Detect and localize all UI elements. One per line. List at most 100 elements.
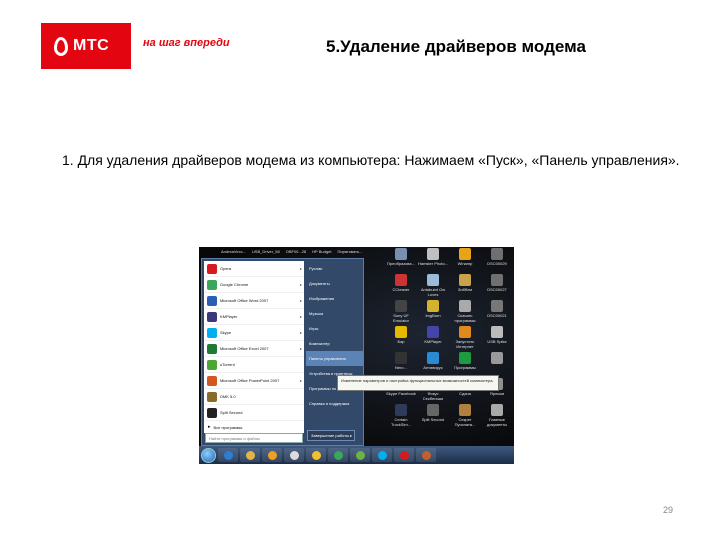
desktop-icon[interactable]: DSC00027 (481, 274, 513, 300)
desktop-icon[interactable]: ImgBurn (417, 300, 449, 326)
top-strip-label: Пиратовать... (337, 249, 363, 254)
desktop-icon-label: Winamp (457, 261, 473, 266)
all-programs-label: Все программы (213, 424, 243, 430)
submenu-arrow-icon: ▸ (299, 266, 302, 271)
taskbar-button[interactable] (240, 448, 260, 462)
start-menu: Opera ▸ Google Chrome ▸ Microsoft Office Wor… (201, 258, 364, 446)
start-menu-place-item[interactable]: Панель управления (306, 351, 363, 366)
program-item[interactable]: uTorrent (204, 357, 304, 373)
desktop-icon-label: ImgBurn (425, 313, 441, 318)
start-orb-icon[interactable] (201, 447, 216, 463)
taskbar-button[interactable] (218, 448, 238, 462)
app-icon (395, 404, 407, 416)
taskbar-button[interactable] (306, 448, 326, 462)
folder-icon (245, 450, 255, 460)
logo-text: МТС (73, 37, 110, 54)
desktop-icon[interactable]: Certain TruckSim... (385, 404, 417, 430)
start-menu-place-item[interactable]: Справка и поддержка (306, 396, 363, 411)
desktop-icon[interactable]: Winamp (449, 248, 481, 274)
desktop-icon[interactable]: Запустить Интернет (449, 326, 481, 352)
start-search-input[interactable]: Найти программы и файлы (205, 433, 303, 443)
slide-title: 5.Удаление драйверов модема (326, 37, 586, 56)
app-icon (395, 300, 407, 312)
program-item[interactable]: Microsoft Office Excel 2007 ▸ (204, 341, 304, 357)
start-menu-place-item[interactable]: Документы (306, 276, 363, 291)
opera-icon (207, 263, 217, 274)
desktop-icon-label: DSC00029 (487, 261, 507, 266)
program-item[interactable]: Split Second (204, 405, 304, 421)
desktop-icon-label: Split Second (421, 417, 445, 422)
mts-logo: МТС (41, 23, 131, 69)
desktop-icon[interactable]: CCleaner (385, 274, 417, 300)
desktop-icon-label: Преобразова... (387, 261, 415, 266)
all-programs-item[interactable]: ▸ Все программы (204, 421, 304, 433)
desktop-icon[interactable]: KMPlayer (417, 326, 449, 352)
desktop-top-strip: AndreaVecc... USB_Driver_58 OBF00...28 HP B… (199, 247, 385, 257)
desktop-icon-label: Антивирус (423, 365, 443, 370)
program-item[interactable]: Google Chrome ▸ (204, 277, 304, 293)
start-menu-place-item[interactable]: Компьютер (306, 336, 363, 351)
desktop-icon[interactable]: Split Second (417, 404, 449, 430)
app-icon (395, 274, 407, 286)
top-strip-label: USB_Driver_58 (251, 249, 280, 254)
desktop-icon-label: Программы (454, 365, 476, 370)
desktop-icon[interactable]: Бар (385, 326, 417, 352)
program-label: uTorrent (220, 362, 235, 367)
program-item[interactable]: KMPlayer ▸ (204, 309, 304, 325)
desktop-icon-row: Бар KMPlayer Запустить Интернет USB Spike (385, 326, 513, 352)
submenu-arrow-icon: ▸ (299, 282, 302, 287)
desktop-icon-label: Сдача (459, 391, 471, 396)
desktop-icon[interactable]: USB Spike (481, 326, 513, 352)
winamp-icon (311, 450, 321, 460)
submenu-arrow-icon: ▸ (299, 314, 302, 319)
program-item[interactable]: Skype ▸ (204, 325, 304, 341)
taskbar-button[interactable] (328, 448, 348, 462)
desktop-icon[interactable]: Sony UF Emulator (385, 300, 417, 326)
submenu-arrow-icon: ▸ (299, 346, 302, 351)
app-icon (395, 326, 407, 338)
egg-icon (54, 36, 68, 56)
desktop-icon-row: Преобразова... Hamster Photo... Winamp DSC0… (385, 248, 513, 274)
desktop-icon-label: USB Spike (487, 339, 507, 344)
desktop-icon-label: Фокус Секбегаши (422, 391, 444, 401)
taskbar-button[interactable] (350, 448, 370, 462)
desktop-icon-label: Certain TruckSim... (390, 417, 412, 427)
taskbar-button[interactable] (416, 448, 436, 462)
app-icon (395, 248, 407, 260)
desktop-icon-label: DSC00027 (487, 287, 507, 292)
desktop-icon[interactable]: Antabutnt Ow Loves (417, 274, 449, 300)
start-menu-place-item[interactable]: Изображения (306, 291, 363, 306)
taskbar-button[interactable] (372, 448, 392, 462)
start-menu-programs: Opera ▸ Google Chrome ▸ Microsoft Office Wor… (204, 261, 304, 433)
desktop-icon-label: Nero... (394, 365, 407, 370)
desktop-icon-label: Запустить Интернет (455, 339, 475, 349)
app-icon (459, 248, 471, 260)
desktop-icon[interactable]: Преобразова... (385, 248, 417, 274)
desktop-icon-label: Sony UF Emulator (392, 313, 409, 323)
program-item[interactable]: DMK 5.0 (204, 389, 304, 405)
desktop-icon[interactable]: Секрет Пуосната... (449, 404, 481, 430)
program-label: Microsoft Office PowerPoint 2007 (220, 378, 280, 383)
taskbar-button[interactable] (394, 448, 414, 462)
desktop-icon[interactable]: DSC00021 (481, 300, 513, 326)
desktop-icons: Преобразова... Hamster Photo... Winamp DSC0… (385, 248, 513, 430)
taskbar-button[interactable] (262, 448, 282, 462)
taskbar-button[interactable] (284, 448, 304, 462)
program-item[interactable]: Microsoft Office PowerPoint 2007 ▸ (204, 373, 304, 389)
split-second-icon (207, 407, 217, 418)
opera-icon (399, 450, 409, 460)
program-item[interactable]: Microsoft Office Word 2007 ▸ (204, 293, 304, 309)
program-item[interactable]: Opera ▸ (204, 261, 304, 277)
app-icon (459, 274, 471, 286)
desktop-icon[interactable]: Главные документы (481, 404, 513, 430)
desktop-icon[interactable]: DSC00029 (481, 248, 513, 274)
start-menu-place-item[interactable]: Руслан (306, 261, 363, 276)
desktop-icon[interactable]: Скачать программы (449, 300, 481, 326)
shutdown-button[interactable]: Завершение работы ▸ (307, 430, 355, 441)
desktop-icon-label: Ярлыки (489, 391, 505, 396)
start-menu-place-item[interactable]: Музыка (306, 306, 363, 321)
desktop-icon[interactable]: Hamster Photo... (417, 248, 449, 274)
start-menu-place-item[interactable]: Игры (306, 321, 363, 336)
desktop-icon[interactable]: Зибблм (449, 274, 481, 300)
skype-icon (377, 450, 387, 460)
